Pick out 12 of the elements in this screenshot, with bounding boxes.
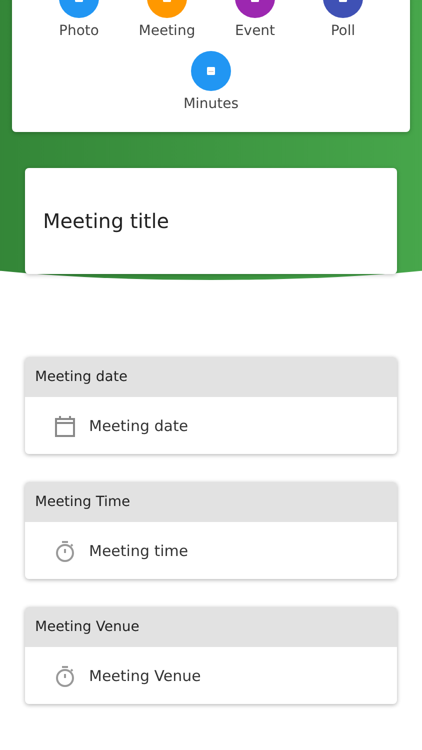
title-field[interactable]: Meeting title bbox=[25, 168, 397, 274]
section-heading: Meeting date bbox=[35, 369, 128, 385]
post-type-option[interactable]: Event bbox=[211, 0, 299, 39]
section-heading: Meeting Venue bbox=[35, 619, 140, 635]
section-heading: Meeting Time bbox=[35, 494, 130, 510]
calendar-icon bbox=[53, 414, 77, 438]
post-type-option[interactable]: Poll bbox=[299, 0, 387, 39]
post-type-option[interactable]: Photo bbox=[35, 0, 123, 39]
stopwatch-icon bbox=[53, 538, 77, 562]
post-type-option[interactable]: Meeting bbox=[123, 0, 211, 39]
post-type-option[interactable]: Minutes bbox=[167, 51, 255, 112]
stopwatch-icon bbox=[53, 664, 77, 688]
